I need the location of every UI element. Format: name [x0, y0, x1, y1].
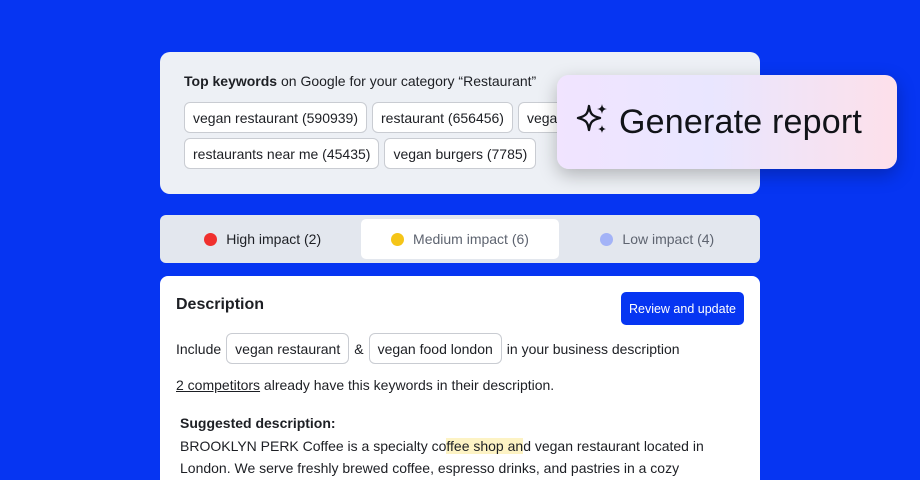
tab-low-impact[interactable]: Low impact (4)	[559, 219, 756, 259]
suggested-text-part: BROOKLYN PERK Coffee is a specialty co	[180, 438, 447, 454]
include-ampersand: &	[354, 340, 364, 357]
sparkles-icon	[575, 102, 611, 143]
competitors-link[interactable]: 2 competitors	[176, 377, 260, 393]
include-prefix: Include	[176, 340, 222, 357]
generate-report-button[interactable]: Generate report	[557, 75, 897, 169]
keyword-chip[interactable]: restaurant (656456)	[372, 102, 513, 133]
suggested-text-highlight: ffee shop an	[446, 438, 524, 454]
keyword-chip[interactable]: vegan restaurant (590939)	[184, 102, 367, 133]
high-impact-dot-icon	[204, 232, 218, 246]
suggested-description-text: BROOKLYN PERK Coffee is a specialty coff…	[180, 435, 740, 479]
suggested-description-title: Suggested description:	[180, 415, 336, 431]
include-keyword-chip[interactable]: vegan food london	[368, 333, 502, 364]
tab-high-impact-label: High impact (2)	[226, 231, 322, 247]
review-and-update-button[interactable]: Review and update	[620, 292, 744, 325]
tab-high-impact[interactable]: High impact (2)	[164, 219, 361, 259]
include-suffix: in your business description	[506, 340, 680, 357]
top-keywords-heading-bold: Top keywords	[184, 73, 278, 89]
keyword-chip[interactable]: restaurants near me (45435)	[184, 138, 380, 169]
tab-medium-impact[interactable]: Medium impact (6)	[361, 219, 559, 259]
low-impact-dot-icon	[600, 232, 614, 246]
competitors-text: already have this keywords in their desc…	[260, 377, 555, 393]
keyword-chip[interactable]: vegan burgers (7785)	[384, 138, 537, 169]
generate-report-label: Generate report	[619, 102, 863, 141]
impact-tabs: High impact (2) Medium impact (6) Low im…	[160, 215, 760, 263]
tab-medium-impact-label: Medium impact (6)	[413, 231, 529, 247]
tab-low-impact-label: Low impact (4)	[622, 231, 715, 247]
description-card: Description Review and update Include ve…	[160, 276, 760, 480]
suggested-description: Suggested description: BROOKLYN PERK Cof…	[176, 414, 744, 479]
competitors-line: 2 competitors already have this keywords…	[176, 376, 744, 394]
medium-impact-dot-icon	[391, 232, 405, 246]
include-keywords-row: Include vegan restaurant & vegan food lo…	[176, 333, 744, 364]
include-keyword-chip[interactable]: vegan restaurant	[226, 333, 350, 364]
top-keywords-heading-rest: on Google for your category “Restaurant”	[277, 73, 537, 89]
